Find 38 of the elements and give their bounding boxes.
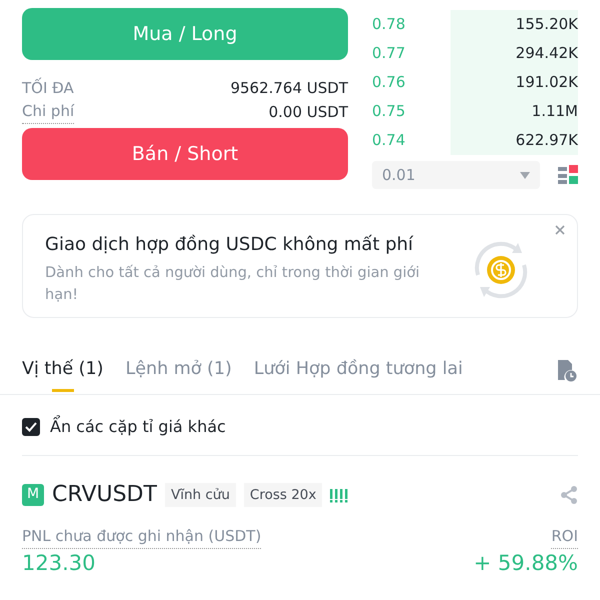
layout-icon[interactable] [558, 165, 578, 185]
bid-amount: 622.97K [516, 130, 578, 152]
caret-icon [520, 172, 530, 178]
bid-amount: 191.02K [516, 72, 578, 94]
buy-long-button[interactable]: Mua / Long [22, 8, 348, 60]
promo-text: Dành cho tất cả người dùng, chỉ trong thời gian giới hạn! [45, 264, 421, 306]
tab[interactable]: Lưới Hợp đồng tương lai [254, 356, 463, 394]
tag: Cross 20x [244, 482, 322, 507]
signal-bars-icon [330, 486, 348, 503]
bid-price[interactable]: 0.74 [372, 129, 406, 152]
bid-price[interactable]: 0.77 [372, 42, 406, 65]
history-icon[interactable] [556, 360, 578, 382]
cost-value: 0.00 USDT [268, 102, 348, 123]
cost-label: Chi phí [22, 100, 74, 124]
bid-amount: 155.20K [516, 14, 578, 36]
roi-label: ROI [551, 525, 578, 549]
bid-price[interactable]: 0.76 [372, 71, 406, 94]
roi-value: + 59.88% [474, 550, 578, 576]
tag: Vĩnh cửu [164, 482, 236, 507]
close-icon[interactable] [555, 225, 565, 235]
tab[interactable]: Lệnh mở (1) [125, 356, 232, 394]
precision-select[interactable]: 0.01 [372, 161, 540, 189]
max-value: 9562.764 USDT [230, 78, 348, 99]
bid-price[interactable]: 0.75 [372, 100, 406, 123]
checkbox[interactable] [22, 418, 40, 436]
tab[interactable]: Vị thế (1) [22, 356, 104, 394]
share-icon[interactable] [560, 486, 578, 504]
max-label: TỐI ĐA [22, 76, 74, 99]
bid-amount: 294.42K [516, 43, 578, 64]
promo-title: Giao dịch hợp đồng USDC không mất phí [45, 233, 414, 257]
bid-amount: 1.11M [532, 101, 578, 122]
margin-badge: M [22, 484, 44, 506]
pnl-value: 123.30 [22, 550, 96, 576]
hide-pairs-label: Ẩn các cặp tỉ giá khác [50, 415, 226, 438]
pnl-label: PNL chưa được ghi nhận (USDT) [22, 525, 262, 549]
bid-price[interactable]: 0.78 [372, 13, 406, 36]
sell-short-button[interactable]: Bán / Short [22, 128, 348, 180]
symbol: CRVUSDT [52, 481, 157, 510]
